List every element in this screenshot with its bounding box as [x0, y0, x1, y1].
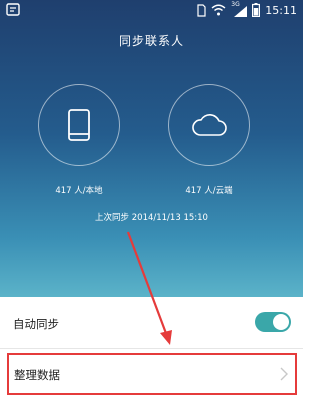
cloud-icon — [192, 114, 227, 136]
wifi-icon — [211, 4, 226, 16]
signal-icon — [234, 5, 248, 17]
auto-sync-label: 自动同步 — [13, 317, 59, 331]
organize-data-label: 整理数据 — [14, 368, 60, 382]
toggle-knob — [273, 314, 289, 330]
status-bar: 3G 15:11 — [0, 0, 303, 20]
local-contacts-circle[interactable] — [38, 84, 120, 166]
cloud-count: 417 人/云端 — [185, 186, 233, 196]
auto-sync-row[interactable]: 自动同步 — [0, 297, 303, 349]
auto-sync-toggle[interactable] — [255, 312, 291, 332]
phone-icon — [68, 109, 90, 141]
organize-data-row[interactable]: 整理数据 — [7, 353, 297, 395]
sync-header: 3G 15:11 同步联系人 417 人/本地 417 人/云端 上次同步 20… — [0, 0, 303, 297]
settings-list: 自动同步 整理数据 — [0, 297, 303, 400]
cloud-contacts-circle[interactable] — [168, 84, 250, 166]
sim-icon — [197, 3, 206, 17]
local-count: 417 人/本地 — [55, 186, 103, 196]
page-title: 同步联系人 — [118, 34, 184, 48]
app-notification-icon — [6, 3, 20, 16]
clock: 15:11 — [265, 3, 297, 17]
chevron-right-icon — [280, 367, 288, 381]
battery-icon — [252, 3, 261, 17]
last-sync-time: 上次同步 2014/11/13 15:10 — [95, 213, 208, 223]
